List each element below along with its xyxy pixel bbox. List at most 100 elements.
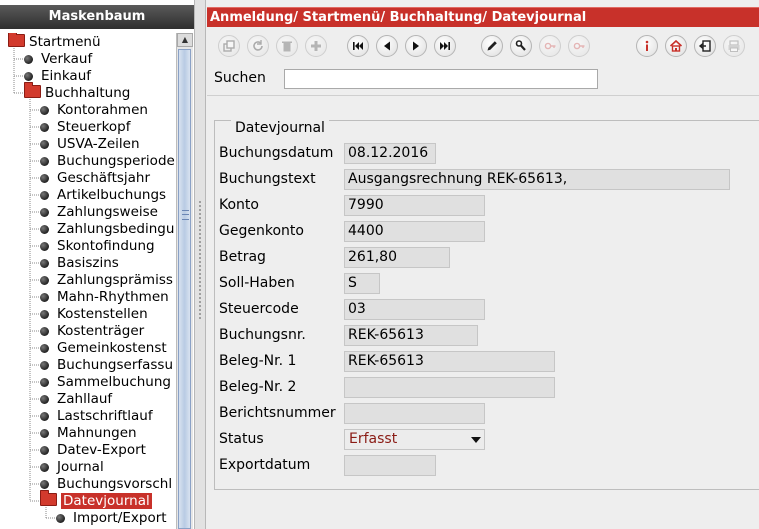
exit-button[interactable] [694,35,716,57]
node-icon [40,157,49,166]
tree-item[interactable]: Datev-Export [40,442,146,459]
gegenkonto-field[interactable]: 4400 [344,221,485,242]
scroll-thumb[interactable] [178,49,191,529]
steuercode-field[interactable]: 03 [344,299,485,320]
delete-button[interactable] [276,35,298,57]
tree-item[interactable]: Zahlungsbedingu [40,221,174,238]
tree-scrollbar[interactable]: ▲ [176,33,193,529]
buchungsdatum-field[interactable]: 08.12.2016 [344,143,436,164]
tree-item-label: Basiszins [57,255,119,271]
tree-item-label: Import/Export [73,510,167,526]
tree-item[interactable]: Sammelbuchung [40,374,171,391]
label-buchungsnr: Buchungsnr. [219,327,306,343]
tree-item[interactable]: Datevjournal [40,490,152,510]
tree-item[interactable]: Basiszins [40,255,119,272]
next-button[interactable] [405,35,427,57]
info-button[interactable] [636,35,658,57]
tree-item[interactable]: Geschäftsjahr [40,170,150,187]
node-icon [40,344,49,353]
search-record-2-button[interactable] [568,35,590,57]
tree-item-label: Buchungsvorschl [57,476,173,492]
tree-item[interactable]: Journal [40,459,104,476]
beleg-nr-2-field[interactable] [344,377,555,398]
tree-item[interactable]: Buchungsperiode [40,153,175,170]
soll-haben-field[interactable]: S [344,273,380,294]
tree-item[interactable]: Kostenträger [40,323,144,340]
first-button[interactable] [347,35,369,57]
label-gegenkonto: Gegenkonto [219,223,304,239]
tree-item[interactable]: Kostenstellen [40,306,148,323]
node-icon [40,174,49,183]
tree-item-label: Steuerkopf [57,119,131,135]
home-button[interactable] [665,35,687,57]
last-button[interactable] [434,35,456,57]
panel-splitter[interactable] [194,0,206,529]
tree-item-label: Zahlungsweise [57,204,158,220]
mask-tree-panel: Maskenbaum Startmenü Verkauf Einkauf Buchha… [0,0,194,529]
search-record-button[interactable] [539,35,561,57]
scroll-up-button[interactable]: ▲ [177,33,193,47]
tree-item-label: Verkauf [41,51,93,67]
tree-item[interactable]: Kontorahmen [40,102,148,119]
label-soll-haben: Soll-Haben [219,275,295,291]
tree-item[interactable]: Artikelbuchungs [40,187,166,204]
label-steuercode: Steuercode [219,301,299,317]
key-search-icon [573,42,585,50]
label-beleg-nr-1: Beleg-Nr. 1 [219,353,297,369]
tree-item[interactable]: Mahn-Rhythmen [40,289,169,306]
tree-item[interactable]: Zahlungsweise [40,204,158,221]
status-select[interactable]: Erfasst [344,429,485,450]
divider [207,95,759,96]
tree-item-label: Geschäftsjahr [57,170,151,186]
print-icon [728,40,740,52]
tree-item[interactable]: Buchhaltung [24,82,130,102]
search-input[interactable] [284,69,598,89]
exportdatum-field[interactable] [344,455,436,476]
tree-item[interactable]: Verkauf [24,51,92,68]
folder-icon [40,490,57,506]
copy-record-button[interactable] [218,35,240,57]
tree-item[interactable]: Skontofindung [40,238,155,255]
tree-item[interactable]: Buchungserfassu [40,357,173,374]
wrench-icon [515,40,526,51]
edit-button[interactable] [481,35,503,57]
info-icon [645,40,649,51]
label-berichtsnummer: Berichtsnummer [219,405,336,421]
tree-item-label: Kostenstellen [57,306,148,322]
new-button[interactable] [305,35,327,57]
tools-button[interactable] [510,35,532,57]
tree-item[interactable]: Lastschriftlauf [40,408,153,425]
node-icon [40,463,49,472]
pencil-icon [487,41,497,51]
tree-item[interactable]: Zahlungsprämiss [40,272,173,289]
tree-item[interactable]: Zahllauf [40,391,112,408]
tree-item[interactable]: Einkauf [24,68,91,85]
detail-panel: Anmeldung/ Startmenü/ Buchhaltung/ Datev… [207,0,759,529]
exit-icon [698,40,711,52]
tree-item[interactable]: USVA-Zeilen [40,136,140,153]
tree-item-label: Kostenträger [57,323,145,339]
tree-item-label: Mahnungen [57,425,137,441]
refresh-button[interactable] [247,35,269,57]
tree-item[interactable]: Gemeinkostenst [40,340,167,357]
buchungsnr-field[interactable]: REK-65613 [344,325,478,346]
trash-icon [282,41,292,52]
node-icon [40,140,49,149]
tree-item-label: Buchungsperiode [57,153,175,169]
print-button[interactable] [723,35,745,57]
beleg-nr-1-field[interactable]: REK-65613 [344,351,555,372]
tree-item[interactable]: Startmenü [8,33,101,51]
berichtsnummer-field[interactable] [344,403,485,424]
konto-field[interactable]: 7990 [344,195,485,216]
tree-item[interactable]: Import/Export [56,510,167,527]
previous-button[interactable] [376,35,398,57]
node-icon [40,208,49,217]
node-icon [24,55,33,64]
tree-item[interactable]: Buchungsvorschl [40,476,172,493]
status-value: Erfasst [349,431,398,447]
label-buchungsdatum: Buchungsdatum [219,145,334,161]
tree-item[interactable]: Steuerkopf [40,119,131,136]
betrag-field[interactable]: 261,80 [344,247,450,268]
buchungstext-field[interactable]: Ausgangsrechnung REK-65613, [344,169,730,190]
tree-item[interactable]: Mahnungen [40,425,137,442]
